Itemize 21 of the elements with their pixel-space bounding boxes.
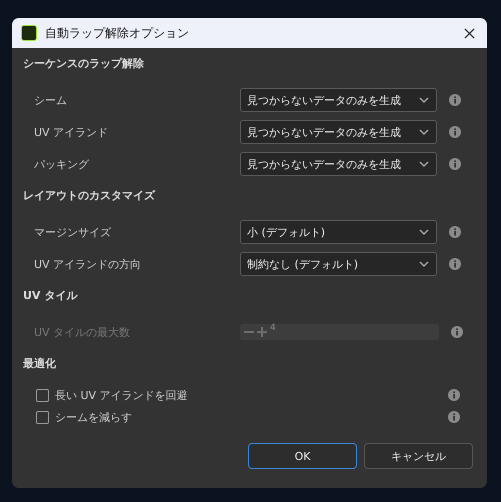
checkbox-label: シームを減らす: [55, 410, 133, 424]
section-heading: 最適化: [22, 356, 56, 372]
field-label: マージンサイズ: [34, 224, 112, 240]
dropdown[interactable]: 制約なし (デフォルト): [240, 252, 437, 276]
dropdown[interactable]: 小 (デフォルト): [240, 220, 437, 244]
section-heading: UV タイル: [22, 288, 78, 304]
ok-button[interactable]: OK: [248, 443, 357, 469]
section-heading: シーケンスのラップ解除: [22, 56, 144, 72]
dropdown[interactable]: 見つからないデータのみを生成: [240, 120, 437, 144]
dropdown[interactable]: 見つからないデータのみを生成: [240, 88, 437, 112]
field-label: パッキング: [34, 156, 90, 172]
field-label: UV タイルの最大数: [34, 324, 132, 340]
field-value: 4: [270, 323, 276, 333]
checkbox-label: 長い UV アイランドを回避: [55, 388, 189, 402]
section-heading: レイアウトのカスタマイズ: [22, 188, 155, 204]
window-title: 自動ラップ解除オプション: [45, 24, 190, 42]
field-label: UV アイランドの方向: [34, 256, 142, 272]
cancel-button[interactable]: キャンセル: [364, 443, 473, 469]
dropdown[interactable]: 見つからないデータのみを生成: [240, 152, 437, 176]
field-label: シーム: [34, 92, 68, 108]
field-label: UV アイランド: [34, 124, 110, 140]
